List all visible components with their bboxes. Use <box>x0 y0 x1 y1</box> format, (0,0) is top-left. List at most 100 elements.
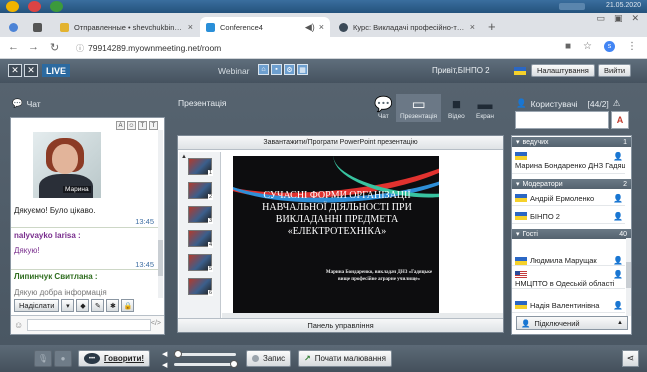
browser-tab-conference[interactable]: Conference4 ◀) × <box>200 17 330 37</box>
chat-tools: A ☺ T T <box>116 121 158 130</box>
new-tab-icon[interactable]: + <box>488 19 496 34</box>
browser-tab-menu[interactable] <box>4 17 24 37</box>
chat-message-time: 13:45 <box>135 260 154 269</box>
presenter-video[interactable]: Марина <box>33 132 101 198</box>
volume-slider[interactable] <box>174 350 236 358</box>
exit-button[interactable]: Вийти <box>598 64 632 77</box>
user-item[interactable]: Надія Валентинівна 👤 <box>512 298 625 313</box>
group-guests[interactable]: ▾ Гості 40 <box>512 229 631 239</box>
restore-icon[interactable]: ▣ <box>614 13 623 24</box>
reload-icon[interactable]: ↻ <box>50 41 59 54</box>
close-tab-icon[interactable]: × <box>466 22 475 32</box>
language-flag-icon[interactable] <box>514 67 526 75</box>
scroll-up-icon[interactable]: ▲ <box>181 154 187 160</box>
user-item[interactable]: 👤 НМЦПТО в Одеській області <box>512 267 625 289</box>
chat-send-row: Надіслати ▾ ◆ ✎ ✱ 🔒 <box>14 299 135 312</box>
presentation-icon: ▭ <box>411 96 426 113</box>
share-button[interactable]: ⋖ <box>622 350 639 367</box>
user-item[interactable]: 👤 Марина Бондаренко ДНЗ Гадяц <box>512 148 625 174</box>
close-window-icon[interactable]: ✕ <box>631 13 639 24</box>
browser-tab-course[interactable]: Курс: Викладачі професійно-те... × <box>333 17 481 37</box>
slide-thumbnail[interactable]: 4 <box>188 230 213 248</box>
conference-favicon-icon <box>206 22 215 32</box>
dropdown-caret-icon: ▲ <box>617 320 623 326</box>
mode-chat[interactable]: 💬 Чат <box>374 96 393 120</box>
sort-users-button[interactable]: A <box>611 111 629 129</box>
users-panel-title: 👤 Користувачі [44/2] ⚠ <box>516 98 621 109</box>
mic-slider[interactable] <box>174 360 238 368</box>
browser-tab-label: Отправленные • shevchukbinp... <box>74 22 184 32</box>
settings-icon[interactable]: ✱ <box>106 299 120 312</box>
emoji-icon[interactable]: ☺ <box>127 121 136 130</box>
chat-scrollbar[interactable] <box>158 130 163 298</box>
home-icon[interactable]: ⌂ <box>258 64 269 75</box>
bookmark-star-icon[interactable]: ☆ <box>583 41 592 52</box>
speak-button[interactable]: ••• Говорити! <box>78 350 151 367</box>
user-item[interactable]: БІНПО 2 👤 <box>512 209 625 224</box>
close-tab-icon[interactable]: × <box>315 22 324 32</box>
group-moderators[interactable]: ▾ Модератори 2 <box>512 179 631 189</box>
lock-chat-icon[interactable]: 🔒 <box>121 299 135 312</box>
settings-button[interactable]: Налаштування <box>531 64 595 77</box>
close-tab-icon[interactable]: × <box>184 22 193 32</box>
upload-presentation-bar[interactable]: Завантажити/Програти PowerPoint презента… <box>178 136 503 150</box>
users-scrollbar[interactable] <box>626 238 631 316</box>
profile-avatar[interactable]: s <box>604 41 615 52</box>
eraser-icon[interactable]: ◆ <box>76 299 90 312</box>
chat-bubble-icon: 💬 <box>12 98 23 108</box>
browser-tab-mail[interactable]: Отправленные • shevchukbinp... × <box>54 17 199 37</box>
slide-thumbnail[interactable]: 5 <box>188 254 213 272</box>
slide-thumbnail[interactable]: 2 <box>188 182 213 200</box>
current-slide: Сучасні форми організації навчальної дія… <box>233 156 439 320</box>
layout-icon[interactable]: ▦ <box>297 64 308 75</box>
mode-presentation[interactable]: ▭ Презентація <box>396 94 442 122</box>
tab-audio-icon[interactable]: ◀) <box>301 22 315 33</box>
group-hosts[interactable]: ▾ ведучих 1 <box>512 137 631 147</box>
user-item[interactable]: Андрій Ермоленко 👤 <box>512 191 625 206</box>
camera-icon[interactable]: ■ <box>565 41 571 52</box>
url-field[interactable]: ⓘ 79914289.myownmeeting.net/room <box>76 41 546 55</box>
lock-icon[interactable]: ▪ <box>271 64 282 75</box>
browser-menu-dots-icon[interactable]: ⋮ <box>627 41 637 52</box>
us-flag-icon <box>515 270 527 279</box>
record-button[interactable]: Запис <box>246 350 292 367</box>
user-search-input[interactable] <box>515 111 609 129</box>
control-panel-bar[interactable]: Панель управління <box>178 318 503 332</box>
slide-thumbnail[interactable]: 1 <box>188 158 213 176</box>
send-options-dropdown-icon[interactable]: ▾ <box>61 299 75 312</box>
forward-icon[interactable]: → <box>28 41 39 53</box>
system-tray[interactable] <box>559 3 585 10</box>
user-item[interactable]: Людмила Марущак 👤 <box>512 240 625 266</box>
send-button[interactable]: Надіслати <box>14 299 60 312</box>
start-drawing-button[interactable]: ↗ Почати малювання <box>298 350 392 367</box>
browser-tab-label: Conference4 <box>220 22 263 32</box>
text-bold-icon[interactable]: T <box>149 121 158 130</box>
slide-thumbnail[interactable]: 3 <box>188 206 213 224</box>
taskbar-app-icon-3[interactable] <box>50 1 63 12</box>
mode-screen[interactable]: ▬ Екран <box>476 96 494 120</box>
status-dropdown[interactable]: 👤 Підключений ▲ <box>516 316 628 330</box>
chat-message: Дякуємо! Було цікаво. <box>14 206 96 215</box>
info-icon[interactable]: ⓘ <box>76 43 84 54</box>
chat-input[interactable] <box>27 319 151 331</box>
smiley-icon[interactable]: ☺ <box>14 320 23 330</box>
person-icon: 👤 <box>613 151 623 161</box>
mail-favicon-icon <box>60 22 69 32</box>
gear-icon[interactable]: ⚙ <box>284 64 295 75</box>
slide-thumbnail[interactable]: 6 <box>188 278 213 296</box>
microphone-button[interactable]: 🎙 <box>34 350 52 367</box>
hand-button[interactable]: ● <box>54 350 72 367</box>
code-icon[interactable]: </> <box>151 320 161 327</box>
font-size-icon[interactable]: A <box>116 121 125 130</box>
browser-tab-extension[interactable] <box>28 17 48 37</box>
pencil-icon[interactable]: ✎ <box>91 299 105 312</box>
mode-video[interactable]: ■ Відео <box>448 96 465 120</box>
window-controls: ▭ ▣ ✕ <box>596 13 639 24</box>
back-icon[interactable]: ← <box>8 41 19 53</box>
taskbar-app-icon-2[interactable] <box>28 1 41 12</box>
speech-bubble-icon: ••• <box>84 353 100 364</box>
text-format-icon[interactable]: T <box>138 121 147 130</box>
taskbar-app-icon-1[interactable] <box>6 1 19 12</box>
minimize-icon[interactable]: ▭ <box>596 13 605 24</box>
mic-level-icon: ◀ <box>162 362 168 369</box>
